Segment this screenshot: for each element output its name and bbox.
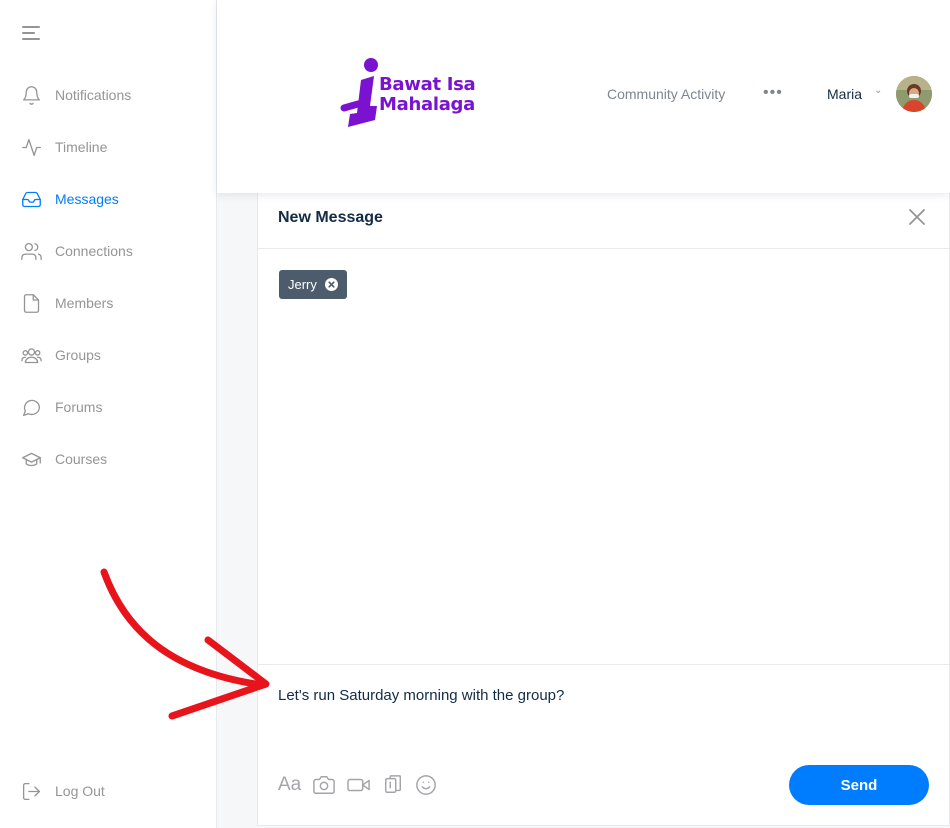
- sidebar-item-label: Notifications: [55, 87, 132, 103]
- inbox-icon: [20, 188, 42, 210]
- attachment-icon[interactable]: [383, 773, 403, 797]
- sidebar-item-messages[interactable]: Messages: [0, 173, 216, 225]
- sidebar-item-label: Forums: [55, 399, 103, 415]
- sidebar-item-groups[interactable]: Groups: [0, 329, 216, 381]
- sidebar-item-connections[interactable]: Connections: [0, 225, 216, 277]
- sidebar-item-courses[interactable]: Courses: [0, 433, 216, 485]
- sidebar-item-members[interactable]: Members: [0, 277, 216, 329]
- sidebar: Notifications Timeline Messages Connecti…: [0, 0, 217, 828]
- video-icon[interactable]: [347, 773, 371, 797]
- sidebar-item-label: Timeline: [55, 139, 108, 155]
- top-header: Bawat Isa Mahalaga Community Activity ••…: [217, 0, 950, 193]
- file-icon: [20, 292, 42, 314]
- emoji-icon[interactable]: [415, 773, 437, 797]
- panel-title: New Message: [278, 209, 383, 226]
- sidebar-item-label: Connections: [55, 243, 133, 259]
- remove-recipient-icon[interactable]: [324, 278, 338, 291]
- sidebar-item-forums[interactable]: Forums: [0, 381, 216, 433]
- more-options-icon[interactable]: •••: [763, 84, 783, 102]
- sidebar-item-label: Groups: [55, 347, 101, 363]
- brand-logo-text: Bawat Isa Mahalaga: [379, 74, 476, 115]
- sidebar-item-timeline[interactable]: Timeline: [0, 121, 216, 173]
- logout-icon: [20, 780, 42, 802]
- logo-line-1: Bawat Isa: [379, 74, 476, 95]
- logo-line-2: Mahalaga: [379, 94, 475, 115]
- sidebar-item-label: Members: [55, 295, 114, 311]
- composer-toolbar: Aa: [278, 773, 449, 797]
- panel-header: New Message: [258, 193, 949, 249]
- sidebar-nav: Notifications Timeline Messages Connecti…: [0, 69, 216, 485]
- chat-bubble-icon: [20, 396, 42, 418]
- menu-toggle-icon[interactable]: [22, 25, 42, 41]
- users-icon: [20, 240, 42, 262]
- recipient-chip[interactable]: Jerry: [279, 270, 347, 299]
- activity-icon: [20, 136, 42, 158]
- sidebar-item-label: Messages: [55, 191, 119, 207]
- bell-icon: [20, 84, 42, 106]
- message-composer: Let's run Saturday morning with the grou…: [258, 664, 949, 825]
- user-name[interactable]: Maria: [827, 86, 862, 102]
- message-input[interactable]: Let's run Saturday morning with the grou…: [278, 687, 918, 704]
- camera-icon[interactable]: [313, 773, 336, 797]
- logout-label: Log Out: [55, 783, 105, 799]
- text-format-button[interactable]: Aa: [278, 774, 301, 796]
- send-button[interactable]: Send: [789, 765, 929, 805]
- avatar[interactable]: [896, 76, 932, 112]
- community-activity-link[interactable]: Community Activity: [607, 86, 725, 102]
- new-message-panel: New Message Jerry Let's run Saturday mor…: [257, 193, 950, 826]
- logout-button[interactable]: Log Out: [0, 765, 105, 817]
- recipient-name: Jerry: [288, 277, 317, 292]
- group-icon: [20, 344, 42, 366]
- close-icon[interactable]: [906, 206, 928, 228]
- graduation-cap-icon: [20, 448, 42, 470]
- chevron-down-icon[interactable]: ⌄: [874, 85, 882, 96]
- sidebar-item-notifications[interactable]: Notifications: [0, 69, 216, 121]
- sidebar-item-label: Courses: [55, 451, 108, 467]
